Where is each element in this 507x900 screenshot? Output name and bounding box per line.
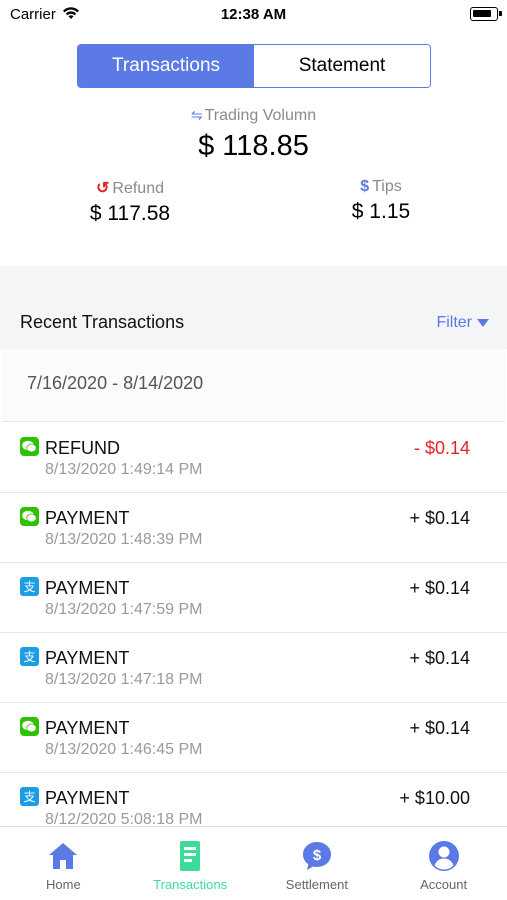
transaction-row[interactable]: 支 PAYMENT 8/13/2020 1:47:18 PM + $0.14 [0,633,507,703]
tab-account-label: Account [420,877,468,892]
transaction-amount: + $0.14 [409,508,470,528]
transaction-row[interactable]: REFUND 8/13/2020 1:49:14 PM - $0.14 [0,423,507,493]
wechat-pay-icon [20,507,39,526]
transaction-datetime: 8/13/2020 1:47:18 PM [45,671,203,688]
refund-icon: ↺ [96,180,110,197]
filter-button[interactable]: Filter [436,314,489,332]
transaction-row[interactable]: PAYMENT 8/13/2020 1:48:39 PM + $0.14 [0,493,507,563]
tab-settlement[interactable]: $ Settlement [254,827,381,900]
transaction-type: PAYMENT [45,578,130,598]
transaction-amount: + $0.14 [409,718,470,738]
transaction-type: PAYMENT [45,788,130,808]
wechat-pay-icon [20,717,39,736]
dollar-chat-icon: $ [302,842,331,870]
wechat-pay-icon [20,437,39,456]
tab-settlement-label: Settlement [285,877,348,892]
segmented-control: Transactions Statement [77,44,431,88]
tab-home[interactable]: Home [0,827,127,900]
tab-bar: Home Transactions $ Settlement Account [0,826,507,900]
document-icon [180,841,201,871]
clock: 12:38 AM [220,6,287,23]
transaction-amount: - $0.14 [413,438,470,458]
tab-transactions-nav[interactable]: Transactions [127,827,254,900]
tab-account[interactable]: Account [380,827,507,900]
transaction-type: PAYMENT [45,508,130,528]
transaction-type: PAYMENT [45,648,130,668]
refund-label: ↺ Refund [40,178,220,198]
transaction-amount: + $0.14 [409,648,470,668]
trading-volume-text: Trading Volumn [204,107,317,124]
battery-icon [470,7,502,21]
funnel-icon [477,319,489,327]
transaction-list: REFUND 8/13/2020 1:49:14 PM - $0.14 PAYMENT… [0,423,507,843]
filter-label: Filter [436,314,472,331]
transaction-type: PAYMENT [45,718,130,738]
svg-text:$: $ [313,847,322,864]
transaction-row[interactable]: PAYMENT 8/13/2020 1:46:45 PM + $0.14 [0,703,507,773]
svg-text:支: 支 [23,580,35,594]
recent-transactions-header: Recent Transactions Filter [0,296,507,349]
alipay-icon: 支 [20,647,39,666]
date-range-text: 7/16/2020 - 8/14/2020 [27,373,204,393]
tips-text: Tips [372,178,402,195]
transaction-datetime: 8/13/2020 1:46:45 PM [45,741,203,758]
svg-text:支: 支 [23,650,35,664]
tab-transactions[interactable]: Transactions [78,45,254,87]
user-icon [428,841,459,871]
svg-text:支: 支 [23,790,35,804]
home-icon [49,843,78,869]
transaction-type: REFUND [45,438,120,458]
transaction-amount: + $10.00 [399,788,470,808]
summary-panel: ⇋ Trading Volumn $ 118.85 ↺ Refund $ 117.5… [0,96,507,266]
trading-volume-label: ⇋ Trading Volumn [0,107,507,125]
refund-summary: ↺ Refund $ 117.58 [40,178,220,226]
transaction-datetime: 8/13/2020 1:47:59 PM [45,601,203,618]
transaction-datetime: 8/13/2020 1:49:14 PM [45,461,203,478]
transaction-row[interactable]: 支 PAYMENT 8/13/2020 1:47:59 PM + $0.14 [0,563,507,633]
status-bar: Carrier 12:38 AM [0,0,507,30]
trading-volume-amount: $ 118.85 [198,130,309,162]
tips-label: $ Tips [291,178,471,196]
tab-home-label: Home [46,877,81,892]
transaction-amount: + $0.14 [409,578,470,598]
recent-transactions-title: Recent Transactions [20,312,185,332]
tab-statement[interactable]: Statement [254,45,430,87]
dollar-icon: $ [360,178,370,195]
alipay-icon: 支 [20,787,39,806]
tips-amount: $ 1.15 [351,200,411,223]
alipay-icon: 支 [20,577,39,596]
tips-summary: $ Tips $ 1.15 [291,178,471,224]
section-divider [0,266,507,296]
tab-transactions-label: Transactions [153,877,228,892]
transaction-datetime: 8/13/2020 1:48:39 PM [45,531,203,548]
refund-amount: $ 117.58 [89,202,171,225]
date-range-picker[interactable]: 7/16/2020 - 8/14/2020 [2,349,505,422]
exchange-icon: ⇋ [190,107,203,123]
refund-text: Refund [112,180,164,197]
